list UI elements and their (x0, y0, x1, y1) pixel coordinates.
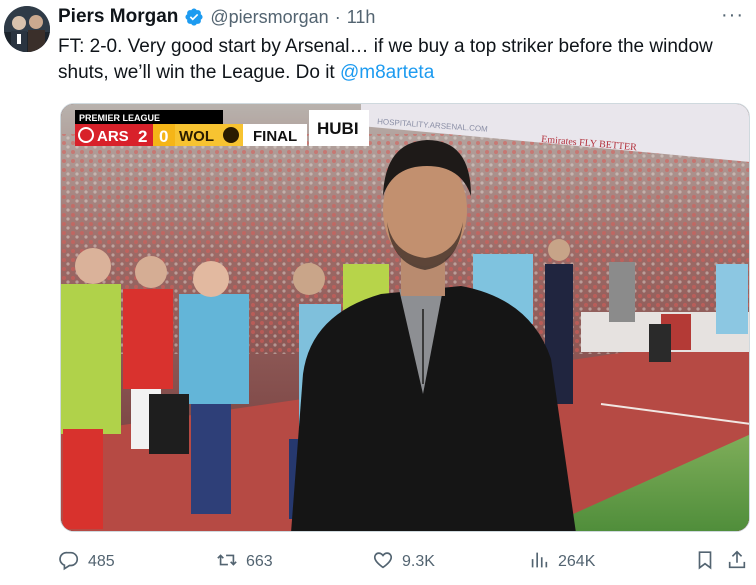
share-icon (726, 549, 748, 576)
tweet-text: FT: 2-0. Very good start by Arsenal… if … (58, 34, 738, 86)
more-options-icon[interactable]: ··· (721, 4, 744, 27)
tweet-media[interactable]: HOSPITALITY.ARSENAL.COM Emirates FLY BET… (60, 103, 750, 532)
score-bug-extra: HUBI (317, 119, 359, 138)
bookmark-button[interactable] (694, 549, 716, 576)
tweet-header: Piers Morgan @piersmorgan · 11h (58, 4, 375, 30)
retweet-button[interactable]: 663 (216, 549, 273, 576)
retweet-icon (216, 549, 238, 576)
reply-count: 485 (88, 553, 115, 570)
verified-badge-icon (184, 7, 204, 27)
like-button[interactable]: 9.3K (372, 549, 435, 576)
away-score: 0 (159, 127, 168, 146)
match-status: FINAL (253, 128, 297, 145)
retweet-count: 663 (246, 553, 273, 570)
author-name[interactable]: Piers Morgan (58, 6, 178, 28)
header-separator: · (334, 6, 341, 27)
home-team: ARS (97, 128, 129, 145)
avatar-photo (4, 6, 50, 52)
views-button[interactable]: 264K (528, 549, 595, 576)
league-label: PREMIER LEAGUE (79, 113, 160, 123)
away-team: WOL (179, 128, 214, 145)
share-button[interactable] (726, 549, 748, 576)
reply-icon (58, 549, 80, 576)
mention-link[interactable]: @m8arteta (340, 62, 434, 83)
author-avatar[interactable] (4, 6, 50, 52)
tweet-timestamp[interactable]: 11h (347, 7, 376, 28)
svg-text:2: 2 (138, 127, 147, 146)
like-count: 9.3K (402, 553, 435, 570)
views-icon (528, 549, 550, 576)
media-photo: HOSPITALITY.ARSENAL.COM Emirates FLY BET… (61, 104, 749, 531)
author-handle[interactable]: @piersmorgan (210, 7, 328, 28)
heart-icon (372, 549, 394, 576)
views-count: 264K (558, 553, 596, 570)
reply-button[interactable]: 485 (58, 549, 115, 576)
tweet-actions: 485 663 9.3K 264K (58, 548, 748, 576)
bookmark-icon (694, 549, 716, 576)
